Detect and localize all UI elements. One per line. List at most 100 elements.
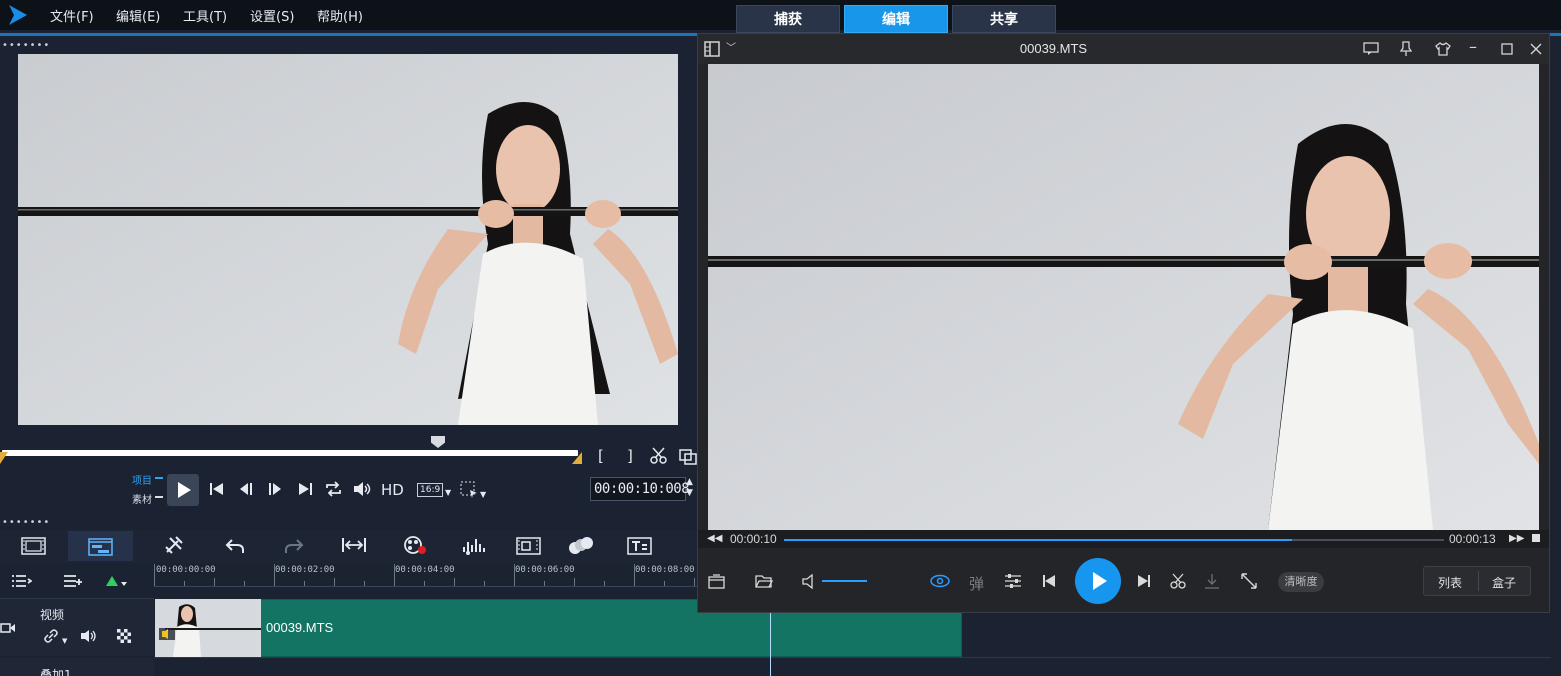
timecode-stepper[interactable]: ▲ ▼	[686, 477, 693, 499]
multi-camera-icon[interactable]	[568, 536, 594, 556]
link-icon[interactable]	[43, 629, 59, 643]
overlay-track-header[interactable]: 叠加1	[0, 658, 154, 676]
ruler-tick	[334, 578, 335, 586]
download-icon[interactable]	[1204, 573, 1220, 589]
transparency-icon[interactable]	[117, 629, 131, 643]
player-titlebar[interactable]: ﹀ 00039.MTS –	[698, 34, 1549, 64]
menu-settings[interactable]: 设置(S)	[250, 6, 294, 25]
current-time: 00:00:10	[730, 532, 777, 546]
stop-icon[interactable]	[1532, 534, 1540, 542]
tab-share[interactable]: 共享	[952, 5, 1056, 33]
trim-end-marker[interactable]	[572, 452, 582, 464]
menu-file[interactable]: 文件(F)	[50, 6, 94, 25]
clip-mode-indicator	[155, 496, 163, 498]
player-side-buttons: 列表 盒子	[1423, 566, 1531, 596]
project-mode-label[interactable]: 项目	[132, 472, 152, 487]
repeat-icon[interactable]	[324, 480, 343, 498]
adjust-settings-icon[interactable]	[1004, 573, 1022, 589]
ruler-tick	[154, 564, 155, 586]
link-dropdown-icon[interactable]: ▼	[62, 637, 67, 645]
fit-timeline-icon[interactable]	[342, 537, 366, 553]
storyboard-view-icon[interactable]	[21, 537, 46, 555]
right-edge-panel	[1551, 36, 1561, 676]
track-volume-icon[interactable]	[80, 629, 98, 643]
tools-icon[interactable]	[164, 535, 184, 555]
maximize-icon[interactable]	[1501, 43, 1513, 55]
media-player-window: ﹀ 00039.MTS – ◀◀ 00:00:10 00:00:13 ▶▶ 弹 …	[697, 33, 1550, 613]
eye-protection-icon[interactable]	[930, 574, 950, 588]
preview-play-button[interactable]	[167, 474, 199, 506]
volume-icon[interactable]	[352, 480, 372, 498]
undo-icon[interactable]	[225, 537, 245, 555]
menu-edit[interactable]: 编辑(E)	[116, 6, 160, 25]
playlist-button[interactable]: 列表	[1438, 574, 1462, 591]
timeline-grip[interactable]: •••••••	[2, 518, 50, 528]
play-icon	[178, 482, 191, 498]
video-track-header[interactable]: 视频 ▼	[0, 598, 154, 656]
player-title: 00039.MTS	[1019, 41, 1088, 56]
scrubber-handle[interactable]	[431, 436, 445, 448]
track-manager-icon[interactable]	[10, 573, 32, 589]
next-frame-icon[interactable]	[266, 481, 282, 497]
box-button[interactable]: 盒子	[1492, 574, 1516, 591]
skin-icon[interactable]	[1435, 41, 1451, 57]
previous-track-icon[interactable]	[1042, 574, 1056, 588]
fullscreen-icon[interactable]	[1241, 573, 1257, 589]
minimize-icon[interactable]: –	[1469, 38, 1477, 56]
player-play-button[interactable]	[1075, 558, 1121, 604]
cut-clip-icon[interactable]	[1170, 573, 1186, 589]
timeline-view-icon[interactable]	[88, 536, 113, 556]
title-editor-icon[interactable]	[627, 536, 652, 556]
menu-help[interactable]: 帮助(H)	[317, 6, 363, 25]
motion-track-icon[interactable]	[516, 536, 541, 556]
enlarge-preview-icon[interactable]	[679, 447, 697, 465]
chapter-markers-icon[interactable]	[62, 573, 84, 589]
aspect-dropdown-icon[interactable]: ▼	[445, 488, 451, 497]
record-capture-icon[interactable]	[403, 535, 427, 555]
ruler-label: 00:00:08:00	[635, 565, 695, 575]
mark-in-button[interactable]: [	[598, 446, 604, 466]
ruler-tick	[394, 564, 395, 586]
add-marker-icon[interactable]	[104, 574, 128, 588]
feedback-icon[interactable]	[1363, 42, 1379, 56]
hd-toggle[interactable]: HD	[381, 480, 404, 500]
next-track-icon[interactable]	[1137, 574, 1151, 588]
menu-tools[interactable]: 工具(T)	[183, 6, 227, 25]
player-volume-slider[interactable]	[822, 580, 867, 582]
redo-icon[interactable]	[284, 537, 304, 555]
open-folder-icon[interactable]	[755, 574, 773, 589]
preview-scrub-bar[interactable]	[2, 450, 578, 456]
ruler-tick	[364, 581, 365, 586]
ruler-tick	[484, 581, 485, 586]
tab-edit[interactable]: 编辑	[844, 5, 948, 33]
trim-start-marker[interactable]	[0, 452, 8, 464]
open-file-icon[interactable]	[708, 574, 725, 589]
danmaku-toggle[interactable]: 弹	[969, 573, 984, 594]
track-divider	[154, 657, 1561, 658]
pin-icon[interactable]	[1399, 41, 1413, 57]
close-icon[interactable]	[1530, 43, 1542, 55]
tab-capture[interactable]: 捕获	[736, 5, 840, 33]
player-volume-icon[interactable]	[802, 574, 816, 589]
clarity-button[interactable]: 清晰度	[1278, 572, 1324, 592]
ruler-tick	[454, 578, 455, 586]
ruler-tick	[304, 581, 305, 586]
timecode-display[interactable]: 00:00:10:008	[590, 477, 690, 501]
aspect-ratio-selector[interactable]: 16:9	[417, 483, 444, 497]
timeline-ruler[interactable]: 00:00:00:00 00:00:02:00 00:00:04:00 00:0…	[154, 563, 700, 587]
previous-frame-icon[interactable]	[239, 481, 255, 497]
app-window: 文件(F) 编辑(E) 工具(T) 设置(S) 帮助(H) 捕获 编辑 共享 •…	[0, 0, 1561, 676]
clip-mode-label[interactable]: 素材	[132, 491, 152, 506]
split-clip-icon[interactable]	[650, 447, 668, 465]
audio-mixer-icon[interactable]	[462, 536, 486, 556]
crop-selection-icon[interactable]	[460, 481, 478, 499]
fast-forward-icon[interactable]: ▶▶	[1509, 533, 1524, 544]
rewind-icon[interactable]: ◀◀	[707, 533, 722, 544]
crop-dropdown-icon[interactable]: ▼	[480, 490, 486, 499]
panel-grip[interactable]: •••••••	[2, 41, 50, 51]
mark-out-button[interactable]: ]	[627, 446, 633, 466]
go-to-start-icon[interactable]	[209, 481, 225, 497]
go-to-end-icon[interactable]	[297, 481, 313, 497]
player-video	[708, 64, 1539, 530]
ruler-tick	[244, 581, 245, 586]
